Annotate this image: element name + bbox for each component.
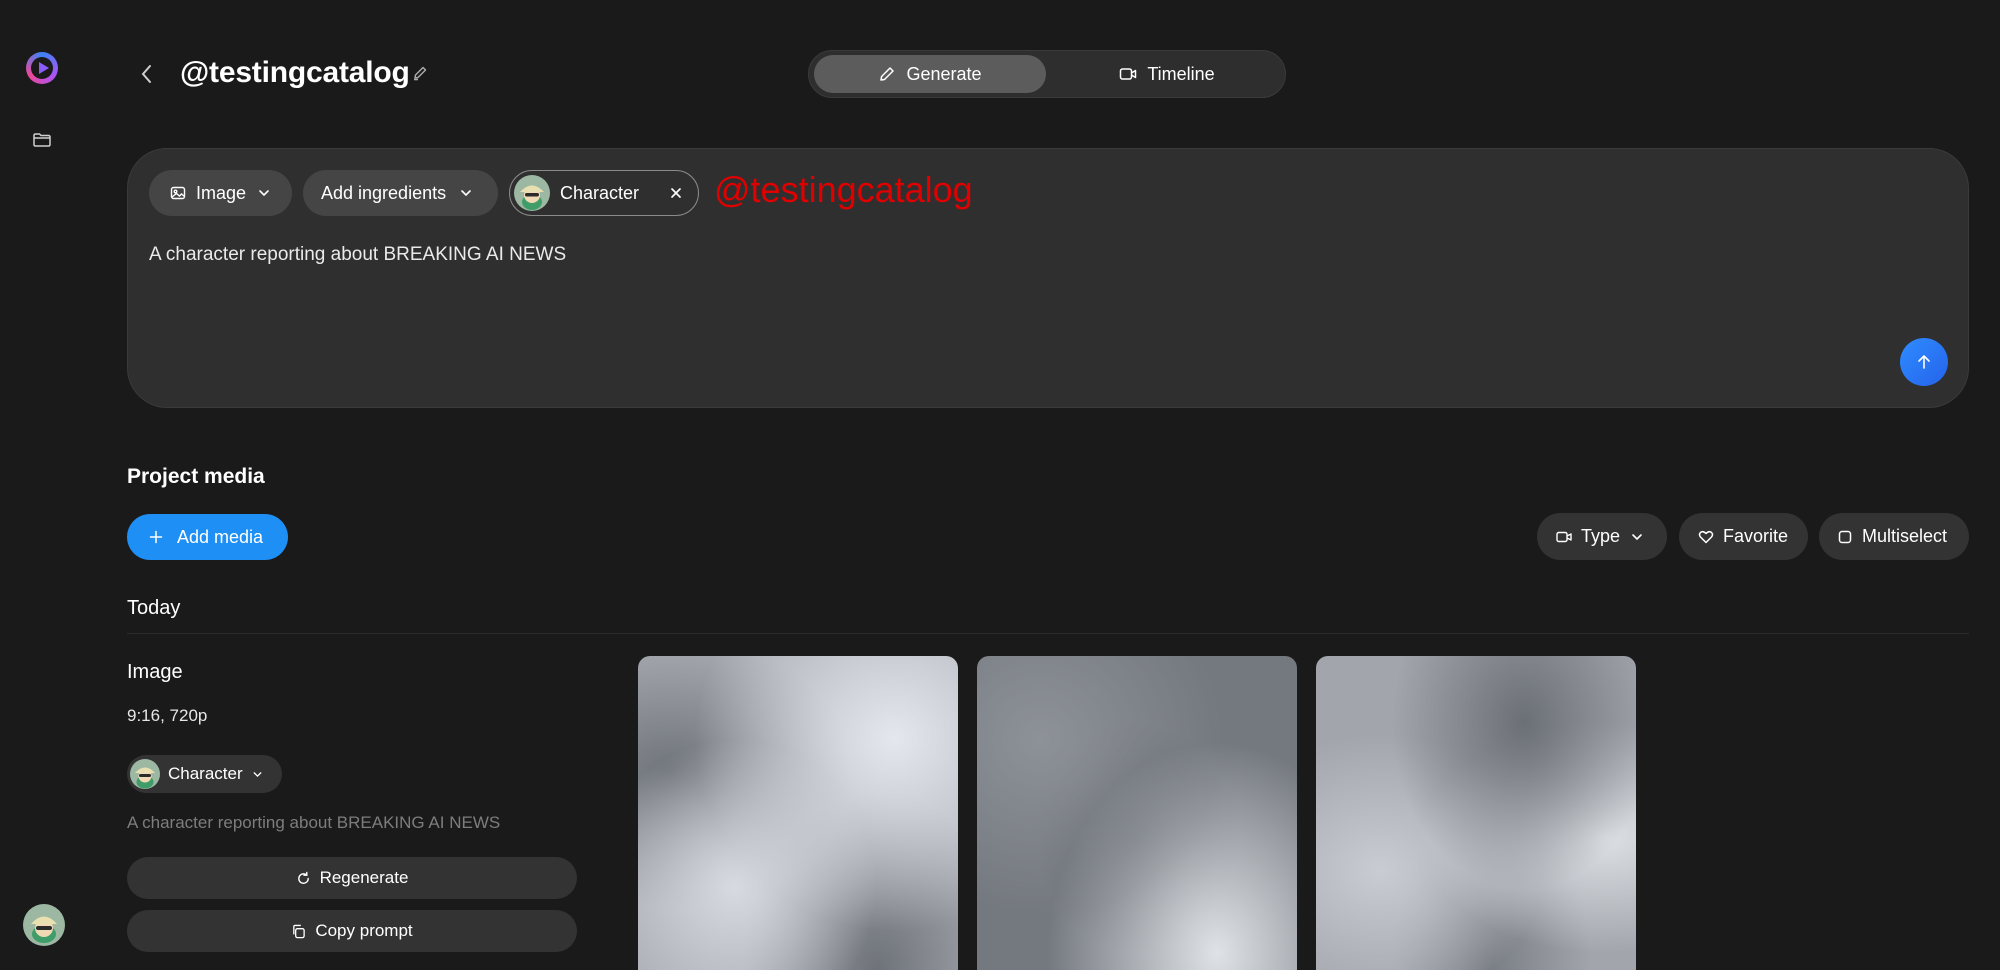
multiselect-label: Multiselect [1862, 526, 1948, 546]
generated-image-3[interactable] [1316, 656, 1636, 970]
mode-switcher: Generate Timeline [808, 50, 1286, 98]
tab-generate-label: Generate [906, 63, 982, 84]
add-media-button[interactable]: Add media [127, 514, 288, 560]
generation-type: Image [127, 661, 183, 683]
section-divider [127, 633, 1969, 634]
tab-generate[interactable]: Generate [814, 55, 1046, 93]
watermark-text: @testingcatalog [714, 169, 973, 210]
prompt-input[interactable]: A character reporting about BREAKING AI … [149, 244, 566, 266]
left-rail [0, 0, 86, 970]
user-avatar[interactable] [23, 904, 65, 946]
video-camera-icon [1120, 68, 1137, 80]
copy-prompt-label: Copy prompt [315, 921, 413, 940]
favorite-filter-label: Favorite [1723, 526, 1789, 546]
chevron-down-icon [253, 771, 262, 777]
chevron-down-icon [259, 190, 269, 197]
character-avatar [130, 759, 160, 789]
generation-spec: 9:16, 720p [127, 706, 208, 725]
pencil-icon [880, 67, 895, 81]
character-avatar [514, 175, 550, 211]
generation-character-label: Character [168, 764, 243, 783]
app-logo-icon[interactable] [26, 52, 58, 84]
generated-image-1[interactable] [638, 656, 958, 970]
type-filter-dropdown[interactable]: Type [1537, 513, 1667, 560]
image-icon [170, 186, 186, 200]
heart-icon [1698, 530, 1714, 543]
copy-icon [293, 924, 306, 938]
send-button[interactable] [1900, 338, 1948, 386]
regenerate-label: Regenerate [319, 868, 409, 887]
video-camera-icon [1556, 531, 1572, 542]
generation-character-dropdown[interactable]: Character [127, 755, 282, 793]
copy-prompt-button[interactable]: Copy prompt [127, 910, 577, 952]
edit-title-icon[interactable] [412, 65, 428, 81]
folder-icon[interactable] [33, 133, 51, 147]
add-ingredients-label: Add ingredients [321, 182, 447, 203]
character-chip-label: Character [560, 182, 640, 203]
favorite-filter-button[interactable]: Favorite [1679, 513, 1808, 560]
regenerate-button[interactable]: Regenerate [127, 857, 577, 899]
project-title: @testingcatalog [180, 56, 410, 89]
project-media-heading: Project media [127, 465, 265, 488]
arrow-up-icon [1918, 355, 1930, 369]
generated-image-2[interactable] [977, 656, 1297, 970]
chevron-down-icon [1632, 533, 1642, 540]
plus-icon [149, 530, 163, 544]
type-filter-label: Type [1581, 526, 1621, 546]
refresh-icon [297, 871, 309, 884]
media-type-dropdown[interactable]: Image [149, 170, 292, 216]
media-type-label: Image [196, 182, 247, 203]
chevron-down-icon [461, 190, 471, 197]
generation-prompt: A character reporting about BREAKING AI … [127, 813, 501, 832]
checkbox-icon [1838, 530, 1852, 543]
tab-timeline[interactable]: Timeline [1051, 55, 1283, 93]
close-icon[interactable] [668, 185, 684, 201]
tab-timeline-label: Timeline [1147, 63, 1215, 84]
multiselect-button[interactable]: Multiselect [1819, 513, 1969, 560]
date-group-heading: Today [127, 597, 181, 619]
back-chevron-icon[interactable] [139, 63, 155, 85]
prompt-composer: Image Add ingredients Character @testing… [127, 148, 1969, 408]
add-ingredients-dropdown[interactable]: Add ingredients [303, 170, 498, 216]
add-media-label: Add media [177, 526, 264, 547]
character-chip[interactable]: Character [509, 170, 699, 216]
